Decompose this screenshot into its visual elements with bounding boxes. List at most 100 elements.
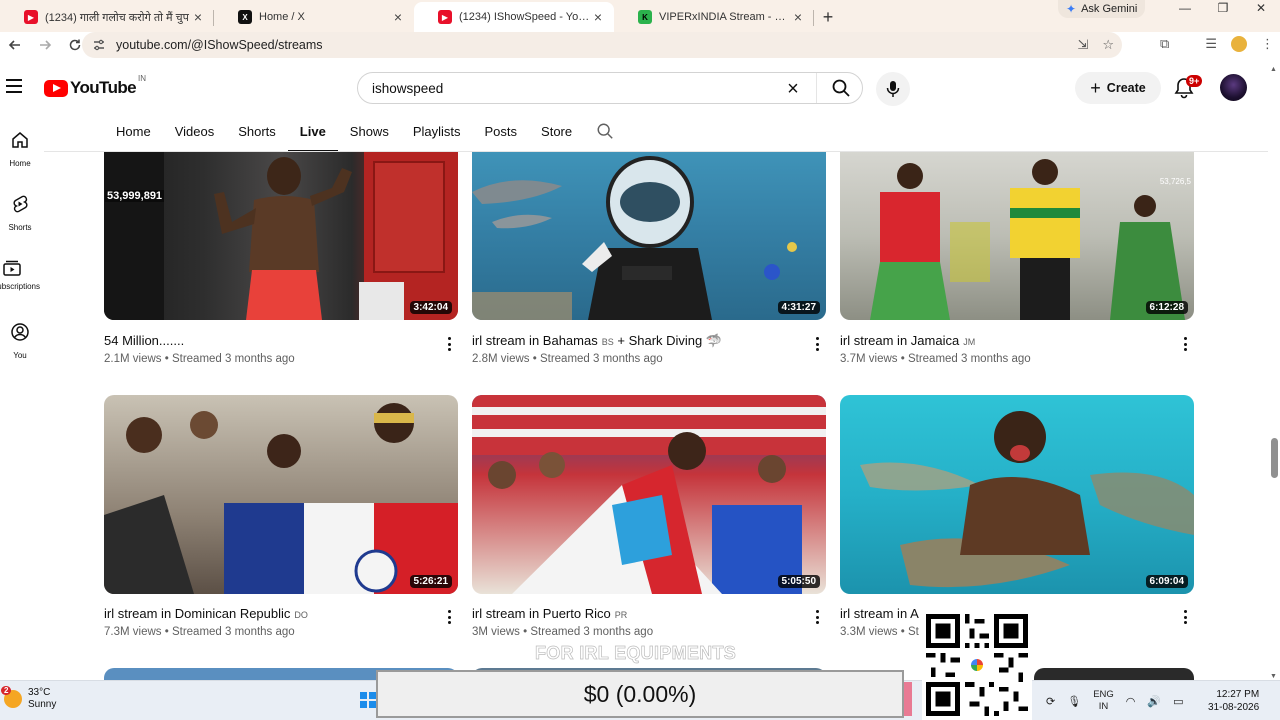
install-app-icon[interactable]: ⇲ — [1077, 37, 1088, 53]
tab-shorts[interactable]: Shorts — [226, 120, 288, 152]
tab-close-icon[interactable]: × — [590, 9, 606, 25]
tab-videos[interactable]: Videos — [163, 120, 227, 152]
guide-item-shorts[interactable]: Shorts — [0, 194, 40, 232]
back-button[interactable] — [0, 32, 30, 58]
weather-widget[interactable]: 2 33°C Sunny — [1, 686, 56, 711]
profile-icon[interactable] — [1231, 36, 1247, 52]
country-code-badge: PR — [614, 610, 628, 620]
video-title[interactable]: irl stream in Bahamas BS + Shark Diving 🦈 — [472, 333, 722, 349]
site-info-icon[interactable] — [92, 37, 108, 53]
video-card[interactable]: 4:31:27 irl stream in Bahamas BS + Shark … — [472, 152, 826, 368]
video-card[interactable]: 53,999,891 3:42:04 54 Million....... 2.1… — [104, 152, 458, 368]
search-button[interactable] — [816, 73, 864, 103]
video-title[interactable]: irl stream in Jamaica JM — [840, 333, 975, 348]
voice-search-button[interactable] — [876, 72, 910, 106]
microphone-tray-icon[interactable]: 🎙 — [1067, 695, 1081, 708]
subscriptions-icon — [3, 260, 21, 276]
video-thumbnail[interactable]: 5:05:50 — [472, 395, 826, 594]
video-meta: 2.1M views • Streamed 3 months ago — [104, 353, 295, 365]
thumbnail-image — [472, 395, 826, 594]
video-meta: 3M views • Streamed 3 months ago — [472, 626, 654, 638]
extensions-icon[interactable]: ⧉ — [1160, 36, 1169, 52]
close-window-icon[interactable]: ✕ — [1242, 0, 1280, 18]
video-thumbnail-partial[interactable] — [1034, 668, 1194, 680]
language-indicator[interactable]: ENG IN — [1093, 689, 1114, 713]
volume-icon[interactable]: 🔊 — [1147, 695, 1161, 708]
video-card[interactable]: 5:26:21 irl stream in Dominican Republic… — [104, 395, 458, 645]
create-button[interactable]: + Create — [1075, 72, 1161, 104]
tab-posts[interactable]: Posts — [473, 120, 530, 152]
clear-search-icon[interactable]: × — [783, 78, 803, 100]
tab-store[interactable]: Store — [529, 120, 584, 152]
video-meta: 2.8M views • Streamed 3 months ago — [472, 353, 663, 365]
browser-tab[interactable]: X Home / X × — [214, 2, 414, 32]
guide-item-you[interactable]: You — [0, 322, 40, 360]
url-omnibox[interactable]: youtube.com/@IShowSpeed/streams ⇲ ☆ — [82, 32, 1122, 58]
video-more-icon[interactable] — [813, 334, 821, 354]
browser-tab[interactable]: K VIPERxINDIA Stream - Watch Li × — [614, 2, 814, 32]
lang-bottom: IN — [1098, 701, 1109, 712]
gemini-icon: ✦ — [1066, 2, 1077, 16]
clock-date: 31-08-2026 — [1208, 702, 1260, 713]
forward-button[interactable] — [30, 32, 60, 58]
tab-close-icon[interactable]: × — [390, 9, 406, 25]
url-text: youtube.com/@IShowSpeed/streams — [116, 38, 323, 52]
guide-item-subscriptions[interactable]: Subscriptions — [0, 258, 40, 291]
view-count: 3.7M views — [840, 353, 898, 365]
tab-live[interactable]: Live — [287, 120, 338, 152]
video-title[interactable]: 54 Million....... — [104, 333, 184, 348]
video-thumbnail[interactable]: 4:31:27 — [472, 152, 826, 320]
stream-date: St — [907, 626, 919, 638]
bookmark-star-icon[interactable]: ☆ — [1102, 37, 1114, 53]
taskbar-app-icon[interactable] — [904, 682, 912, 716]
video-more-icon[interactable] — [445, 334, 453, 354]
video-thumbnail[interactable]: 53,726,5 6:12:28 — [840, 152, 1194, 320]
windows-start-icon[interactable] — [360, 692, 376, 708]
reading-list-icon[interactable]: ☰ — [1205, 36, 1217, 52]
video-thumbnail[interactable]: 6:09:04 — [840, 395, 1194, 594]
search-input[interactable] — [358, 80, 768, 96]
tab-close-icon[interactable]: × — [790, 9, 806, 25]
video-card[interactable]: 5:05:50 irl stream in Puerto Rico PR 3M v… — [472, 395, 826, 645]
youtube-header: YouTube IN × + Create — [0, 66, 1268, 110]
wifi-icon[interactable]: ◠ — [1126, 695, 1136, 708]
country-code-badge: DO — [294, 610, 308, 620]
video-card[interactable]: 6:09:04 irl stream in AaAG 3.3M views • … — [840, 395, 1194, 645]
video-more-icon[interactable] — [813, 607, 821, 627]
channel-search-button[interactable] — [584, 120, 626, 152]
video-title[interactable]: irl stream in Dominican Republic DO — [104, 606, 308, 621]
maximize-icon[interactable]: ❐ — [1204, 0, 1242, 18]
scroll-down-arrow-icon[interactable]: ▼ — [1270, 673, 1277, 680]
tab-close-icon[interactable]: × — [190, 9, 206, 25]
scroll-up-arrow-icon[interactable]: ▲ — [1270, 66, 1277, 73]
youtube-logo[interactable]: YouTube IN — [44, 74, 146, 98]
browser-tab[interactable]: ▶ (1234) गाली गलोच करोगे तो मैं चुप × — [0, 2, 214, 32]
tab-home[interactable]: Home — [104, 120, 163, 152]
battery-icon[interactable]: ▭ — [1173, 695, 1183, 708]
scrollbar-thumb[interactable] — [1271, 438, 1278, 478]
video-thumbnail[interactable]: 53,999,891 3:42:04 — [104, 152, 458, 320]
menu-icon[interactable] — [6, 79, 22, 93]
video-more-icon[interactable] — [1181, 607, 1189, 627]
video-more-icon[interactable] — [1181, 334, 1189, 354]
video-card[interactable]: 53,726,5 6:12:28 irl stream in Jamaica JM… — [840, 152, 1194, 368]
ask-gemini-button[interactable]: ✦ Ask Gemini — [1058, 0, 1146, 18]
page-scrollbar[interactable]: ▲ ▼ — [1268, 66, 1280, 680]
lang-top: ENG — [1093, 689, 1114, 700]
clock[interactable]: 12:27 PM 31-08-2026 — [1208, 688, 1259, 714]
guide-label: Home — [9, 159, 31, 168]
video-thumbnail[interactable]: 5:26:21 — [104, 395, 458, 594]
browser-tab-active[interactable]: ▶ (1234) IShowSpeed - YouTube × — [414, 2, 614, 32]
guide-item-home[interactable]: Home — [0, 130, 40, 168]
browser-menu-icon[interactable]: ⋮ — [1261, 36, 1274, 52]
minimize-icon[interactable]: — — [1166, 0, 1204, 18]
tab-playlists[interactable]: Playlists — [401, 120, 473, 152]
stream-date: Streamed 3 months ago — [907, 353, 1031, 365]
sync-icon[interactable]: ⟳ — [1046, 695, 1055, 708]
video-more-icon[interactable] — [445, 607, 453, 627]
tab-shows[interactable]: Shows — [338, 120, 401, 152]
account-avatar[interactable] — [1220, 74, 1247, 101]
video-title[interactable]: irl stream in Puerto Rico PR — [472, 606, 627, 621]
video-title-text: irl stream in Puerto Rico — [472, 606, 611, 621]
new-tab-button[interactable]: + — [814, 2, 842, 32]
